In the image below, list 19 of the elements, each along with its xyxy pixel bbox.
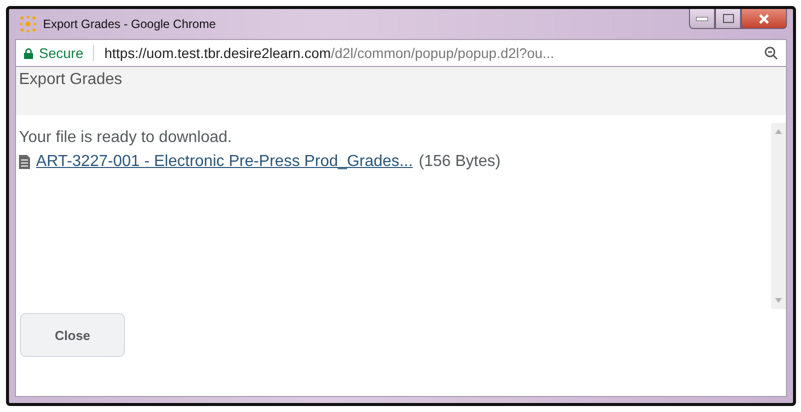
minimize-icon (696, 16, 708, 20)
sparkle-logo-icon (19, 15, 37, 33)
file-size: (156 Bytes) (418, 153, 501, 171)
close-icon (759, 14, 769, 24)
page-heading: Export Grades (19, 71, 122, 88)
close-button[interactable]: Close (20, 313, 125, 357)
close-window-button[interactable] (741, 9, 787, 29)
maximize-icon (722, 14, 734, 23)
url-path: /d2l/common/popup/popup.d2l?ou... (330, 45, 556, 61)
zoom-out-icon[interactable] (764, 46, 778, 60)
ready-message: Your file is ready to download. (19, 129, 233, 147)
window-title: Export Grades - Google Chrome (43, 17, 217, 31)
file-download-link[interactable]: ART-3227-001 - Electronic Pre-Press Prod_Grades... (36, 153, 413, 171)
maximize-button[interactable] (715, 9, 741, 29)
secure-label: Secure (39, 45, 84, 61)
document-icon (19, 155, 30, 169)
url-host: https://uom.test.tbr.desire2learn.com (104, 45, 331, 61)
lock-icon (24, 48, 33, 58)
minimize-button[interactable] (689, 9, 715, 29)
